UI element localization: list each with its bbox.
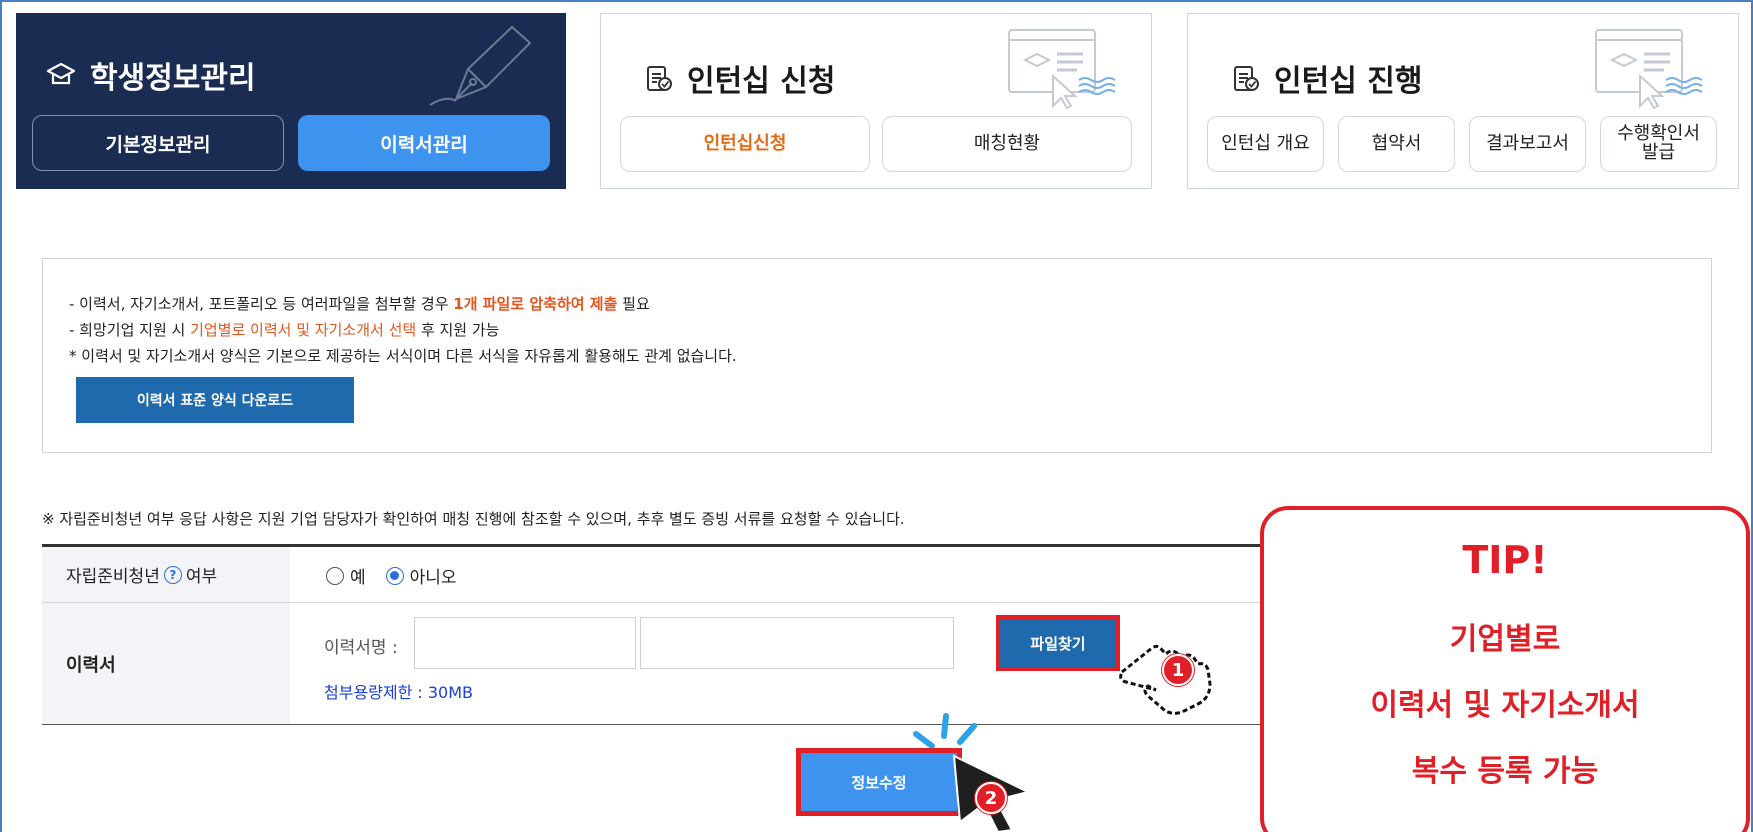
tab-internship-overview[interactable]: 인턴십 개요 [1207,116,1324,172]
size-limit-text: 첨부용량제한 : 30MB [324,683,474,702]
save-info-button[interactable]: 정보수정 [796,748,962,816]
screen-graduation-icon [1595,29,1703,110]
student-info-title: 학생정보관리 [46,53,256,97]
student-info-card: 학생정보관리 기본정보관리 이력서관리 [16,13,566,189]
tip-title: TIP! [1462,538,1548,582]
radio-no-label: 아니오 [409,568,457,588]
radio-no[interactable] [385,566,404,585]
clipboard-check-icon [647,66,672,91]
resume-manage-button[interactable]: 이력서관리 [298,115,550,171]
clipboard-check-icon [1234,66,1259,91]
tab-agreement[interactable]: 협약서 [1338,116,1455,172]
help-icon[interactable]: ? [163,565,182,584]
find-file-button[interactable]: 파일찾기 [996,615,1120,671]
notice-line-2: - 희망기업 지원 시 기업별로 이력서 및 자기소개서 선택 후 지원 가능 [69,321,500,339]
tip-line-3: 복수 등록 가능 [1411,754,1599,789]
tab-certificate-issue[interactable]: 수행확인서 발급 [1600,116,1717,172]
radio-yes-label: 예 [350,568,366,588]
basic-info-button[interactable]: 기본정보관리 [32,115,284,171]
resume-name-label: 이력서명 : [324,638,398,658]
independence-radio-group: 예 아니오 [326,563,457,588]
resume-label: 이력서 [42,603,290,724]
notice-line-3: * 이력서 및 자기소개서 양식은 기본으로 제공하는 서식이며 다른 서식을 … [69,347,737,365]
fountain-pen-icon [429,25,532,106]
independence-label: 자립준비청년 ? 여부 [42,547,290,602]
tip-line-1: 기업별로 [1449,622,1561,657]
notice-line-1: - 이력서, 자기소개서, 포트폴리오 등 여러파일을 첨부할 경우 1개 파일… [69,295,650,313]
tip-line-2: 이력서 및 자기소개서 [1370,688,1640,723]
internship-progress-title: 인턴십 진행 [1232,56,1422,100]
step-badge-2: 2 [975,782,1007,814]
independence-note: ※ 자립준비청년 여부 응답 사항은 지원 기업 담당자가 확인하여 매칭 진행… [42,510,905,528]
tab-internship-apply[interactable]: 인턴십신청 [620,116,870,172]
tab-result-report[interactable]: 결과보고서 [1469,116,1586,172]
tab-matching-status[interactable]: 매칭현황 [882,116,1132,172]
internship-progress-card: 인턴십 진행 인턴십 개요 협약서 결과보고서 수행확인서 발급 [1187,13,1739,189]
tip-callout: TIP! 기업별로 이력서 및 자기소개서 복수 등록 가능 [1260,506,1750,832]
resume-name-input[interactable] [414,617,636,669]
graduation-cap-icon [46,62,76,85]
step-badge-1: 1 [1162,654,1194,686]
internship-apply-card: 인턴십 신청 인턴십신청 매칭현황 [600,13,1152,189]
internship-apply-title: 인턴십 신청 [645,56,835,100]
notice-box: - 이력서, 자기소개서, 포트폴리오 등 여러파일을 첨부할 경우 1개 파일… [42,258,1712,453]
screen-graduation-icon [1008,29,1116,110]
radio-yes[interactable] [326,566,344,585]
download-template-button[interactable]: 이력서 표준 양식 다운로드 [76,377,354,423]
file-path-input[interactable] [640,617,954,669]
